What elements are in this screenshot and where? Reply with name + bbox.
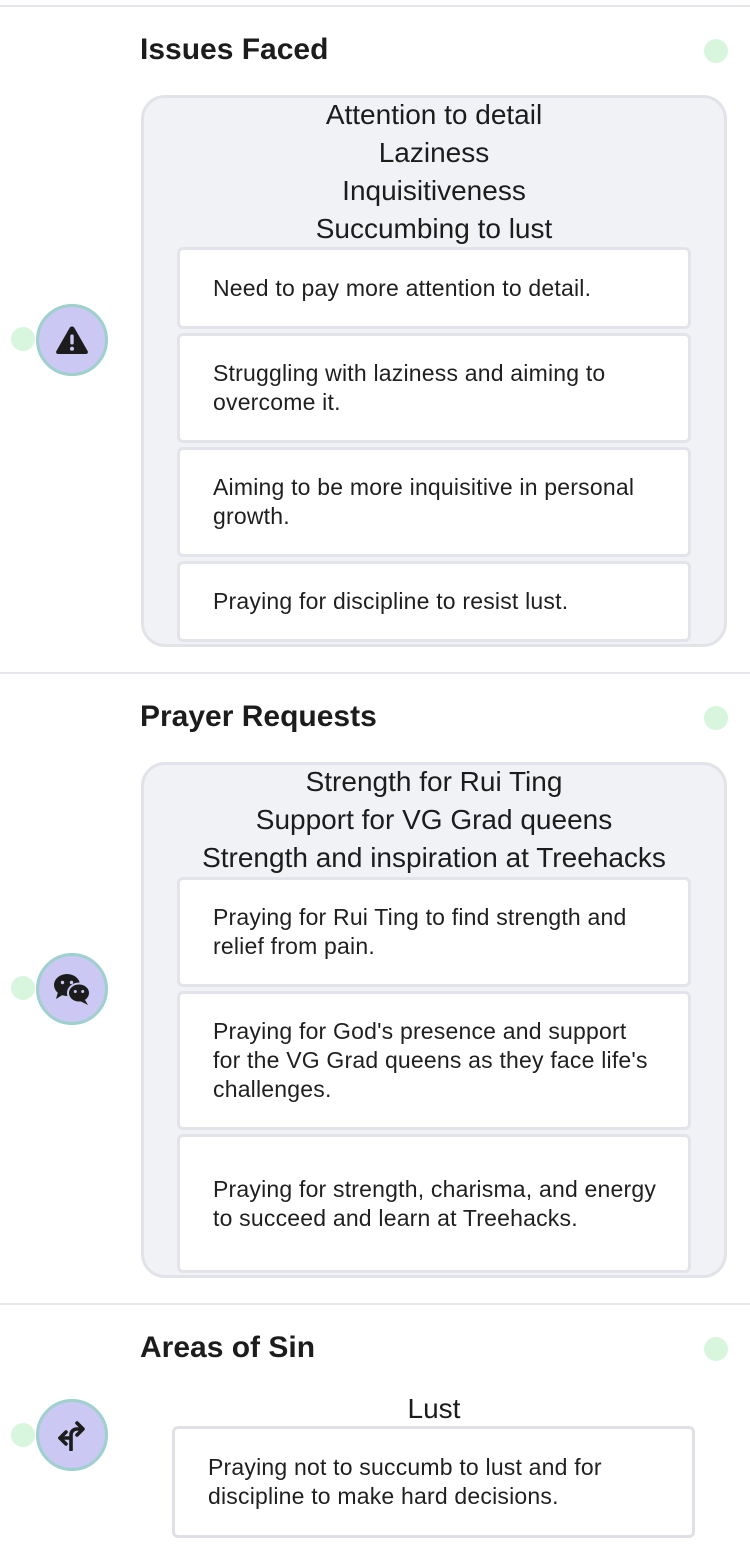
topic-item: Lust: [407, 1393, 461, 1424]
node-turn[interactable]: [36, 1399, 108, 1471]
section-title: Prayer Requests: [140, 700, 377, 733]
detail-text: Need to pay more attention to detail.: [213, 274, 592, 301]
detail-text: Praying for discipline to resist lust.: [213, 588, 569, 614]
section-title: Areas of Sin: [140, 1331, 316, 1364]
topic-item: Attention to detail: [325, 99, 543, 130]
detail-card[interactable]: Praying for God's presence and support f…: [177, 991, 691, 1130]
detail-text: Aiming to be more inquisitive in persona…: [213, 474, 635, 529]
section-title: Issues Faced: [140, 33, 329, 66]
topic-item: Laziness: [378, 137, 490, 168]
topic-list: Lust: [141, 1390, 727, 1428]
node-chat[interactable]: [36, 953, 108, 1025]
section-divider: [0, 672, 750, 674]
section-divider: [0, 1303, 750, 1305]
detail-text: Praying for Rui Ting to find strength an…: [213, 904, 627, 959]
detail-card[interactable]: Need to pay more attention to detail.: [177, 247, 691, 329]
topic-item: Inquisitiveness: [342, 175, 526, 206]
connector-dot[interactable]: [11, 1423, 35, 1447]
status-dot: [704, 1337, 728, 1361]
detail-text: Praying for God's presence and support f…: [213, 1018, 648, 1102]
detail-card[interactable]: Praying for discipline to resist lust.: [177, 561, 691, 642]
detail-text: Struggling with laziness and aiming to o…: [213, 360, 606, 415]
node-warning[interactable]: [36, 304, 108, 376]
status-dot: [704, 706, 728, 730]
detail-card[interactable]: Praying not to succumb to lust and for d…: [172, 1426, 695, 1538]
detail-text: Praying for strength, charisma, and ener…: [213, 1175, 657, 1231]
topic-item: Succumbing to lust: [315, 213, 553, 244]
status-dot: [704, 39, 728, 63]
turn-left-arrow-icon: [58, 1421, 85, 1451]
section-divider: [0, 5, 750, 7]
connector-dot[interactable]: [11, 976, 35, 1000]
detail-card[interactable]: Praying for strength, charisma, and ener…: [177, 1134, 691, 1273]
detail-card[interactable]: Struggling with laziness and aiming to o…: [177, 333, 691, 443]
topic-item: Strength for Rui Ting: [305, 766, 563, 797]
topic-list: Strength for Rui Ting Support for VG Gra…: [141, 763, 727, 877]
connector-dot[interactable]: [11, 327, 35, 351]
detail-card[interactable]: Praying for Rui Ting to find strength an…: [177, 877, 691, 987]
warning-icon: [56, 326, 88, 354]
topic-item: Support for VG Grad queens: [255, 804, 613, 835]
chat-bubbles-icon: [54, 974, 91, 1005]
detail-text: Praying not to succumb to lust and for d…: [208, 1454, 602, 1509]
topic-list: Attention to detail Laziness Inquisitive…: [141, 96, 727, 248]
topic-item: Strength and inspiration at Treehacks: [202, 842, 666, 873]
detail-card[interactable]: Aiming to be more inquisitive in persona…: [177, 447, 691, 557]
